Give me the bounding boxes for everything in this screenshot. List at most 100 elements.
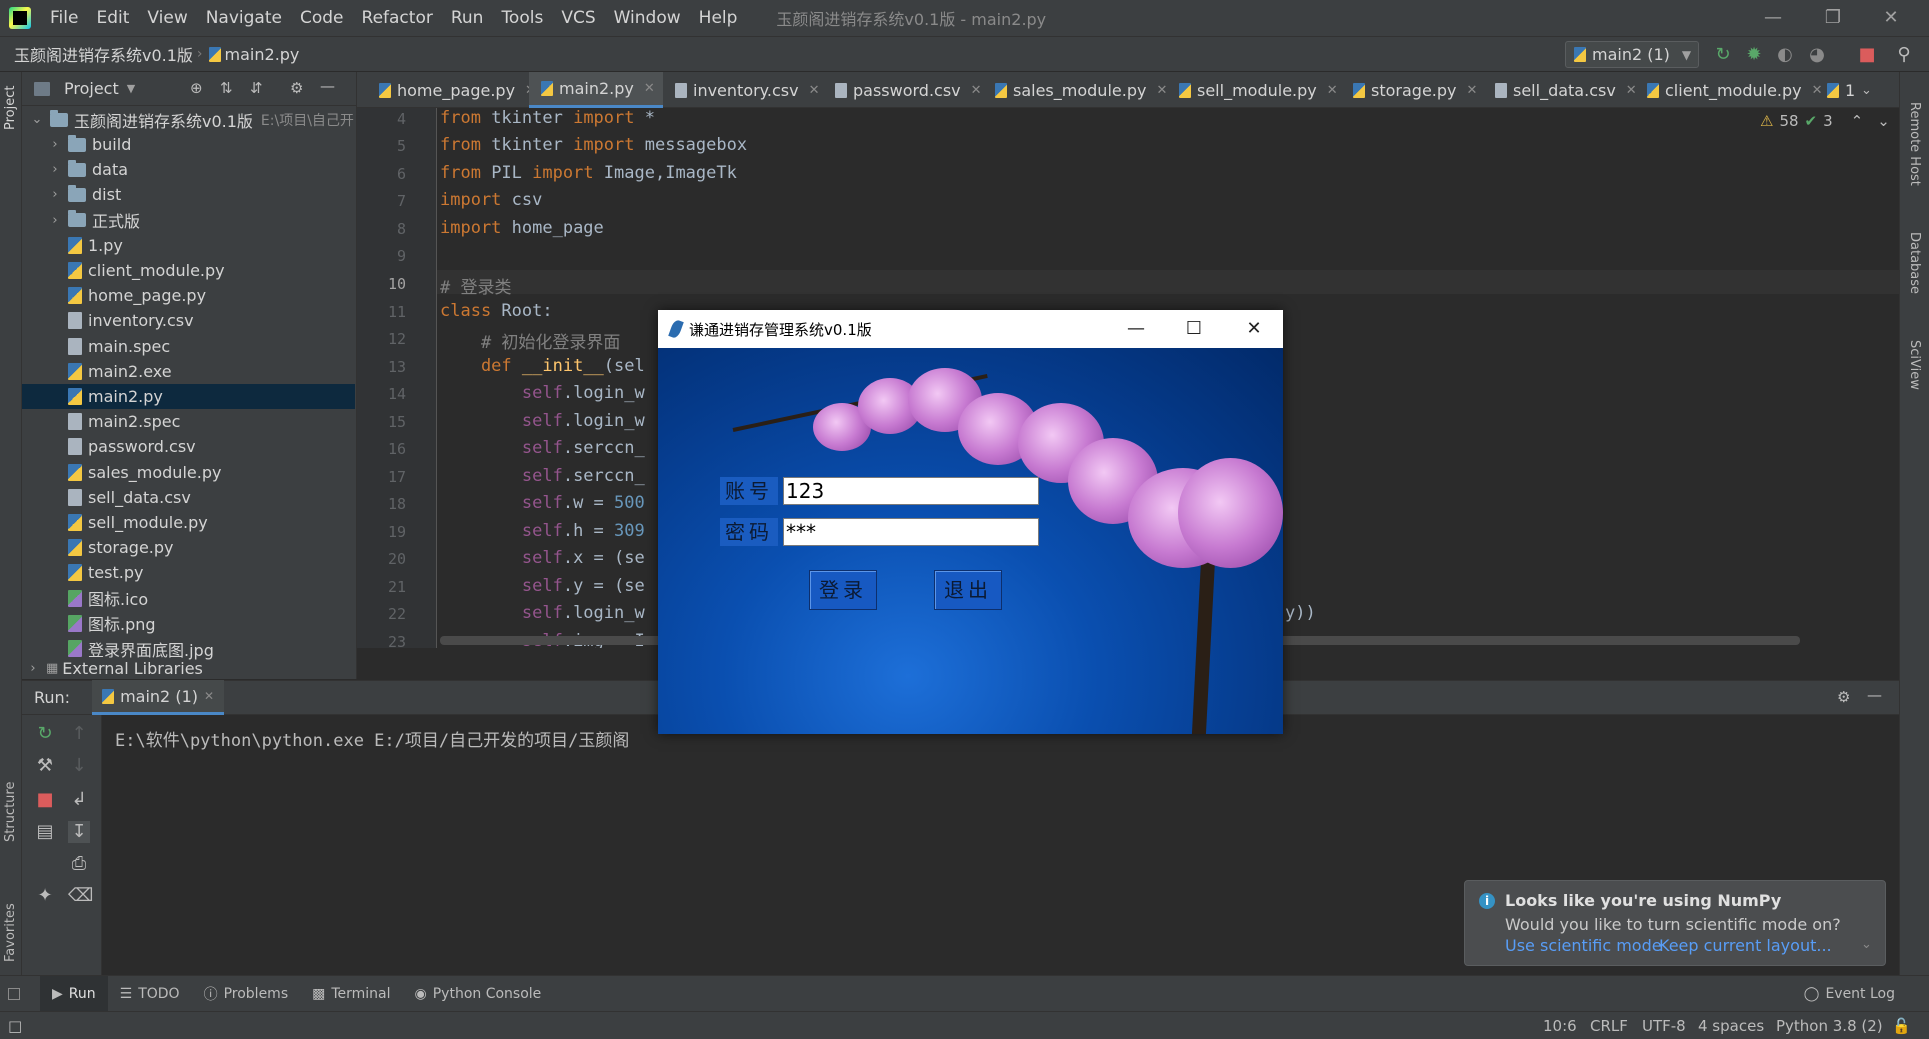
- tab-main2[interactable]: main2.py ✕: [529, 72, 663, 108]
- breadcrumb-project[interactable]: 玉颜阁进销存系统v0.1版: [10, 42, 197, 66]
- close-icon[interactable]: ✕: [1225, 310, 1283, 348]
- tab-problems[interactable]: ⓘ Problems: [192, 976, 301, 1012]
- menu-navigate[interactable]: Navigate: [197, 0, 291, 36]
- menu-code[interactable]: Code: [291, 0, 353, 36]
- print-icon[interactable]: ⎙: [68, 853, 90, 875]
- menu-vcs[interactable]: VCS: [552, 0, 604, 36]
- toggle-tool-windows-icon[interactable]: [8, 987, 20, 1000]
- stop-icon[interactable]: ■: [34, 789, 56, 811]
- tab-sales-module[interactable]: sales_module.py ✕: [983, 72, 1167, 108]
- tab-inventory[interactable]: inventory.csv ✕: [663, 72, 819, 108]
- wrench-icon[interactable]: ⚒: [34, 755, 56, 777]
- chevron-right-icon[interactable]: ›: [48, 213, 62, 228]
- exit-button[interactable]: 退出: [934, 570, 1002, 610]
- tree-file[interactable]: 1.py: [22, 233, 355, 258]
- chevron-down-icon[interactable]: ▼: [127, 82, 135, 95]
- menu-refactor[interactable]: Refactor: [353, 0, 442, 36]
- menu-edit[interactable]: Edit: [87, 0, 138, 36]
- close-icon[interactable]: ✕: [1868, 0, 1914, 36]
- chevron-down-icon[interactable]: ⌄: [30, 112, 44, 127]
- menu-run[interactable]: Run: [442, 0, 493, 36]
- tab-sell-module[interactable]: sell_module.py ✕: [1167, 72, 1338, 108]
- tree-file[interactable]: sell_data.csv: [22, 485, 355, 510]
- tab-password[interactable]: password.csv ✕: [823, 72, 982, 108]
- chevron-right-icon[interactable]: ›: [48, 162, 62, 177]
- tree-file[interactable]: home_page.py: [22, 283, 355, 308]
- tree-file[interactable]: inventory.csv: [22, 308, 355, 333]
- tree-file[interactable]: sell_module.py: [22, 510, 355, 535]
- account-input[interactable]: 123: [783, 477, 1039, 505]
- profile-icon[interactable]: ◕: [1806, 44, 1828, 66]
- close-icon[interactable]: ✕: [1156, 83, 1167, 98]
- chevron-right-icon[interactable]: ›: [48, 137, 62, 152]
- tree-file[interactable]: sales_module.py: [22, 460, 355, 485]
- expand-all-icon[interactable]: ⇅: [220, 79, 233, 97]
- project-panel-title[interactable]: Project: [64, 79, 119, 98]
- tab-run[interactable]: ▶ Run: [40, 975, 108, 1012]
- tab-client-module[interactable]: client_module.py ✕: [1635, 72, 1823, 108]
- minimize-icon[interactable]: —: [1750, 0, 1796, 36]
- tab-terminal[interactable]: ▩ Terminal: [300, 976, 402, 1012]
- tree-file[interactable]: 图标.png: [22, 611, 355, 636]
- lock-icon[interactable]: 🔓: [1892, 1012, 1911, 1039]
- close-icon[interactable]: ✕: [1327, 83, 1338, 98]
- arrow-down-icon[interactable]: ↓: [68, 755, 90, 777]
- maximize-icon[interactable]: ☐: [1165, 310, 1223, 348]
- rerun-icon[interactable]: ↻: [34, 723, 56, 745]
- stop-icon[interactable]: ■: [1856, 44, 1878, 66]
- file-encoding[interactable]: UTF-8: [1642, 1012, 1686, 1039]
- caret-position[interactable]: 10:6: [1543, 1012, 1577, 1039]
- tree-folder[interactable]: › dist: [22, 182, 355, 207]
- close-icon[interactable]: ✕: [809, 83, 820, 98]
- project-root[interactable]: ⌄ 玉颜阁进销存系统v0.1版 E:\项目\自己开: [22, 107, 355, 132]
- chevron-down-icon[interactable]: ⌄: [1861, 937, 1872, 952]
- tab-home-page[interactable]: home_page.py✕: [367, 72, 536, 108]
- hide-icon[interactable]: —: [320, 77, 335, 95]
- tree-file[interactable]: main.spec: [22, 334, 355, 359]
- arrow-up-icon[interactable]: ↑: [68, 723, 90, 745]
- database-tool-tab[interactable]: Database: [1907, 232, 1922, 294]
- use-scientific-mode-link[interactable]: Use scientific mode: [1505, 936, 1662, 955]
- indent-setting[interactable]: 4 spaces: [1698, 1012, 1764, 1039]
- trash-icon[interactable]: ⌫: [68, 885, 93, 907]
- menu-help[interactable]: Help: [690, 0, 747, 36]
- close-icon[interactable]: ✕: [644, 81, 655, 96]
- inspection-widget[interactable]: ⚠ 58 ✔ 3 ⌃ ⌄: [1760, 112, 1890, 130]
- tree-file[interactable]: storage.py: [22, 535, 355, 560]
- restore-icon[interactable]: ❐: [1810, 0, 1856, 36]
- gear-icon[interactable]: ⚙: [1837, 688, 1850, 706]
- chevron-right-icon[interactable]: ›: [48, 187, 62, 202]
- menu-view[interactable]: View: [138, 0, 196, 36]
- keep-current-layout-link[interactable]: Keep current layout...: [1659, 936, 1832, 955]
- sciview-tool-tab[interactable]: SciView: [1907, 340, 1922, 390]
- chevron-up-icon[interactable]: ⌃: [1851, 112, 1864, 130]
- scroll-to-end-icon[interactable]: ↧: [68, 821, 90, 843]
- chevron-right-icon[interactable]: ›: [26, 661, 40, 676]
- favorites-tool-tab[interactable]: Favorites: [3, 903, 18, 962]
- rerun-icon[interactable]: ↻: [1712, 44, 1734, 66]
- search-icon[interactable]: ⚲: [1893, 44, 1915, 66]
- status-icon[interactable]: □: [8, 1012, 22, 1039]
- tab-sell-data[interactable]: sell_data.csv ✕: [1483, 72, 1637, 108]
- minimize-icon[interactable]: —: [1107, 310, 1165, 348]
- gear-icon[interactable]: ⚙: [290, 79, 303, 97]
- tree-folder[interactable]: › data: [22, 157, 355, 182]
- tree-file[interactable]: 图标.ico: [22, 586, 355, 611]
- tree-file[interactable]: main2.exe: [22, 359, 355, 384]
- tab-python-console[interactable]: ◉ Python Console: [403, 976, 554, 1012]
- tree-file[interactable]: main2.spec: [22, 409, 355, 434]
- event-log-button[interactable]: ◯ Event Log: [1792, 976, 1907, 1012]
- chevron-down-icon[interactable]: ⌄: [1877, 112, 1890, 130]
- run-configuration-select[interactable]: main2 (1) ▼: [1565, 41, 1699, 68]
- tab-todo[interactable]: ☰ TODO: [108, 976, 192, 1012]
- structure-tool-tab[interactable]: Structure: [3, 782, 18, 842]
- line-separator[interactable]: CRLF: [1590, 1012, 1628, 1039]
- menu-window[interactable]: Window: [605, 0, 690, 36]
- close-icon[interactable]: ✕: [1467, 83, 1478, 98]
- dialog-titlebar[interactable]: 谦通进销存管理系统v0.1版 — ☐ ✕: [658, 310, 1283, 348]
- collapse-all-icon[interactable]: ⇵: [250, 79, 263, 97]
- tree-file[interactable]: test.py: [22, 560, 355, 585]
- python-interpreter[interactable]: Python 3.8 (2): [1776, 1012, 1883, 1039]
- project-tool-tab[interactable]: Project: [3, 86, 18, 130]
- login-button[interactable]: 登录: [809, 570, 877, 610]
